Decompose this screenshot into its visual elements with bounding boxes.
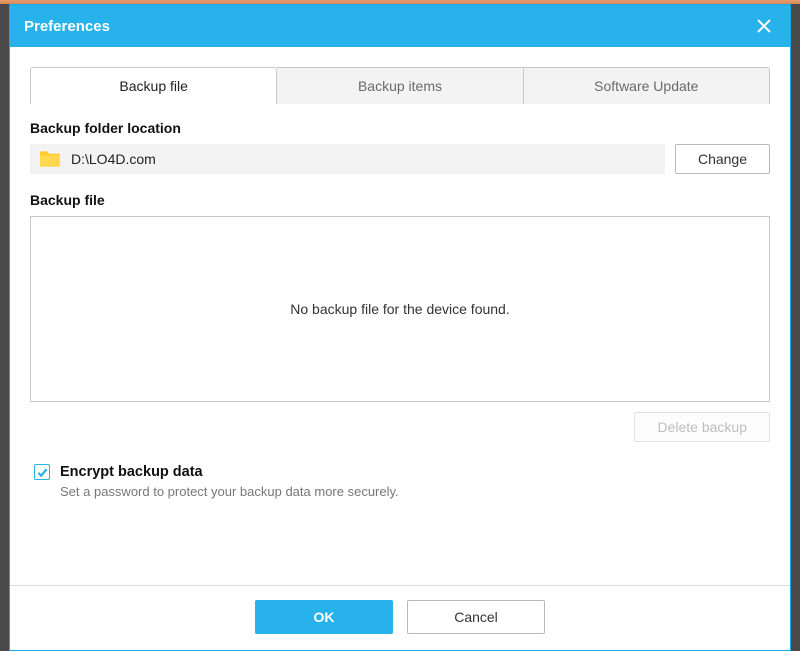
change-button[interactable]: Change bbox=[675, 144, 770, 174]
folder-path-display: D:\LO4D.com bbox=[30, 144, 665, 174]
titlebar: Preferences bbox=[10, 5, 790, 47]
folder-path-text: D:\LO4D.com bbox=[71, 151, 156, 167]
backup-section-label: Backup file bbox=[30, 192, 770, 208]
dialog-footer: OK Cancel bbox=[10, 585, 790, 650]
close-icon[interactable] bbox=[752, 14, 776, 38]
encrypt-checkbox-row: Encrypt backup data bbox=[34, 464, 770, 480]
encrypt-label: Encrypt backup data bbox=[60, 464, 203, 480]
folder-section-label: Backup folder location bbox=[30, 120, 770, 136]
content-area: Backup file Backup items Software Update… bbox=[10, 47, 790, 499]
encrypt-description: Set a password to protect your backup da… bbox=[60, 484, 770, 499]
cancel-button[interactable]: Cancel bbox=[407, 600, 545, 634]
backup-file-list: No backup file for the device found. bbox=[30, 216, 770, 402]
tab-bar: Backup file Backup items Software Update bbox=[30, 67, 770, 104]
tab-backup-file[interactable]: Backup file bbox=[30, 67, 277, 104]
window-title: Preferences bbox=[24, 18, 110, 35]
preferences-window: Preferences Backup file Backup items Sof… bbox=[9, 4, 791, 651]
folder-icon bbox=[39, 150, 61, 168]
backup-empty-message: No backup file for the device found. bbox=[290, 301, 509, 317]
encrypt-section: Encrypt backup data Set a password to pr… bbox=[30, 464, 770, 499]
delete-row: Delete backup bbox=[30, 412, 770, 442]
delete-backup-button: Delete backup bbox=[634, 412, 770, 442]
ok-button[interactable]: OK bbox=[255, 600, 393, 634]
folder-row: D:\LO4D.com Change bbox=[30, 144, 770, 174]
tab-software-update[interactable]: Software Update bbox=[524, 67, 770, 104]
tab-backup-items[interactable]: Backup items bbox=[277, 67, 523, 104]
encrypt-checkbox[interactable] bbox=[34, 464, 50, 480]
